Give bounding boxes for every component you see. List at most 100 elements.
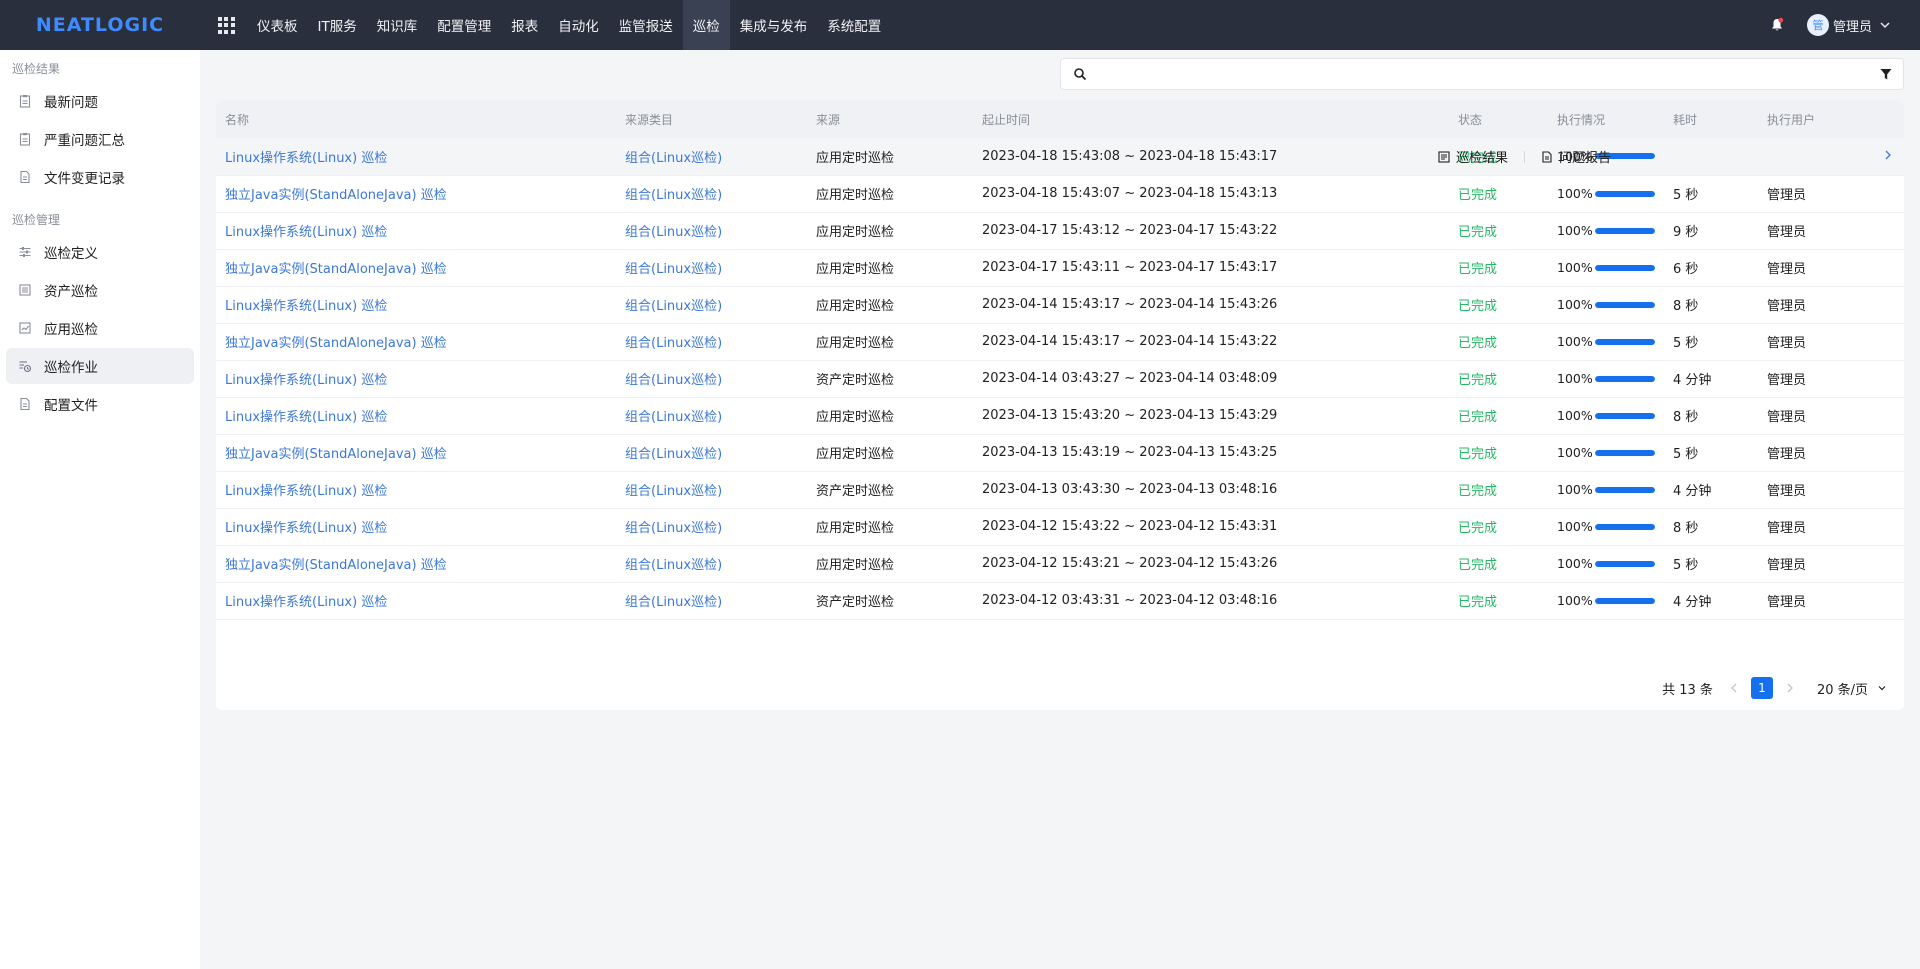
table-row[interactable]: 独立Java实例(StandAloneJava) 巡检 组合(Linux巡检) 应用… [216,249,1904,287]
table-row[interactable]: 独立Java实例(StandAloneJava) 巡检 组合(Linux巡检) 应用… [216,545,1904,583]
sidebar-group-title: 巡检结果 [12,62,61,76]
source-category-link[interactable]: 组合(Linux巡检) [625,447,722,462]
document-icon [1542,150,1552,163]
source-category-link[interactable]: 组合(Linux巡检) [625,521,722,536]
job-name-link[interactable]: 独立Java实例(StandAloneJava) 巡检 [225,336,447,351]
chevron-down-icon [1878,686,1886,691]
source-category-link[interactable]: 组合(Linux巡检) [625,262,722,277]
page-number-1[interactable]: 1 [1750,677,1773,699]
issue-report-button[interactable]: 问题报告 [1541,147,1611,166]
nav-item-3[interactable]: 配置管理 [427,0,501,50]
source-category-link[interactable]: 组合(Linux巡检) [625,151,722,166]
job-name-link[interactable]: Linux操作系统(Linux) 巡检 [225,299,387,314]
source-cell: 应用定时巡检 [807,323,973,361]
time-range-cell: 2023-04-14 03:43:27 ~ 2023-04-14 03:48:0… [973,360,1449,398]
prev-page-icon[interactable] [1727,681,1741,695]
app-check-icon [18,321,32,335]
job-name-link[interactable]: 独立Java实例(StandAloneJava) 巡检 [225,262,447,277]
time-range-cell: 2023-04-18 15:43:07 ~ 2023-04-18 15:43:1… [973,175,1449,213]
nav-item-9[interactable]: 系统配置 [817,0,891,50]
source-category-link[interactable]: 组合(Linux巡检) [625,410,722,425]
progress-bar [1595,338,1655,345]
job-name-link[interactable]: Linux操作系统(Linux) 巡检 [225,151,387,166]
table-row[interactable]: Linux操作系统(Linux) 巡检 组合(Linux巡检) 应用定时巡检 2023… [216,138,1904,176]
inspection-result-button[interactable]: 巡检结果 [1438,147,1508,166]
table-row[interactable]: Linux操作系统(Linux) 巡检 组合(Linux巡检) 应用定时巡检 2023… [216,212,1904,250]
logo[interactable]: NEATLOGIC [0,0,200,50]
sidebar-item-1-1[interactable]: 资产巡检 [6,272,194,308]
sidebar-item-1-0[interactable]: 巡检定义 [6,234,194,270]
source-category-link[interactable]: 组合(Linux巡检) [625,188,722,203]
chevron-down-icon[interactable] [1878,18,1892,32]
job-name-link[interactable]: 独立Java实例(StandAloneJava) 巡检 [225,447,447,462]
status-badge: 已完成 [1458,299,1498,314]
nav-item-6[interactable]: 监管报送 [609,0,683,50]
source-category-link[interactable]: 组合(Linux巡检) [625,336,722,351]
source-category-link[interactable]: 组合(Linux巡检) [625,595,722,610]
sidebar-item-0-0[interactable]: 最新问题 [6,83,194,119]
execution-progress: 100% [1557,260,1664,275]
notification-bell-icon[interactable] [1767,15,1787,35]
duration-cell: 4 分钟 [1664,471,1758,509]
nav-item-5[interactable]: 自动化 [548,0,609,50]
job-name-link[interactable]: 独立Java实例(StandAloneJava) 巡检 [225,558,447,573]
sidebar-item-1-3[interactable]: 巡检作业 [6,348,194,384]
job-name-link[interactable]: 独立Java实例(StandAloneJava) 巡检 [225,188,447,203]
filter-icon[interactable] [1879,67,1893,81]
source-category-link[interactable]: 组合(Linux巡检) [625,373,722,388]
search-input[interactable] [1097,63,1857,85]
table-row[interactable]: Linux操作系统(Linux) 巡检 组合(Linux巡检) 应用定时巡检 2023… [216,508,1904,546]
apps-grid-icon[interactable] [215,14,237,36]
source-cell: 应用定时巡检 [807,138,973,176]
table-row[interactable]: 独立Java实例(StandAloneJava) 巡检 组合(Linux巡检) 应用… [216,434,1904,472]
page-size-select[interactable]: 20 条/页 [1817,679,1888,698]
job-name-link[interactable]: Linux操作系统(Linux) 巡检 [225,484,387,499]
source-category-link[interactable]: 组合(Linux巡检) [625,225,722,240]
source-category-link[interactable]: 组合(Linux巡检) [625,558,722,573]
status-badge: 已完成 [1458,447,1498,462]
time-range-cell: 2023-04-14 15:43:17 ~ 2023-04-14 15:43:2… [973,323,1449,361]
sidebar-item-1-4[interactable]: 配置文件 [6,386,194,422]
job-name-link[interactable]: Linux操作系统(Linux) 巡检 [225,225,387,240]
progress-percent: 100% [1557,445,1593,460]
source-cell: 应用定时巡检 [807,508,973,546]
progress-percent: 100% [1557,334,1593,349]
sidebar-item-1-2[interactable]: 应用巡检 [6,310,194,346]
time-range-cell: 2023-04-13 03:43:30 ~ 2023-04-13 03:48:1… [973,471,1449,509]
progress-bar [1595,227,1655,234]
column-header: 执行用户 [1758,100,1904,138]
chevron-right-icon[interactable] [1882,148,1894,162]
nav-item-4[interactable]: 报表 [501,0,548,50]
table-row[interactable]: Linux操作系统(Linux) 巡检 组合(Linux巡检) 应用定时巡检 2023… [216,397,1904,435]
table-row[interactable]: Linux操作系统(Linux) 巡检 组合(Linux巡检) 资产定时巡检 2023… [216,582,1904,620]
time-range-cell: 2023-04-12 03:43:31 ~ 2023-04-12 03:48:1… [973,582,1449,620]
duration-cell: 6 秒 [1664,249,1758,287]
sidebar-item-0-1[interactable]: 严重问题汇总 [6,121,194,157]
table-row[interactable]: 独立Java实例(StandAloneJava) 巡检 组合(Linux巡检) 应用… [216,175,1904,213]
table-row[interactable]: Linux操作系统(Linux) 巡检 组合(Linux巡检) 资产定时巡检 2023… [216,471,1904,509]
nav-item-7[interactable]: 巡检 [682,0,730,50]
duration-cell: 8 秒 [1664,286,1758,324]
search-icon [1074,68,1087,81]
nav-item-0[interactable]: 仪表板 [247,0,308,50]
user-name[interactable]: 管理员 [1833,16,1872,35]
source-category-link[interactable]: 组合(Linux巡检) [625,484,722,499]
job-name-link[interactable]: Linux操作系统(Linux) 巡检 [225,521,387,536]
sidebar-item-0-2[interactable]: 文件变更记录 [6,159,194,195]
table-row[interactable]: 独立Java实例(StandAloneJava) 巡检 组合(Linux巡检) 应用… [216,323,1904,361]
job-name-link[interactable]: Linux操作系统(Linux) 巡检 [225,373,387,388]
source-cell: 应用定时巡检 [807,397,973,435]
file-icon [18,397,32,411]
source-category-link[interactable]: 组合(Linux巡检) [625,299,722,314]
table-row[interactable]: Linux操作系统(Linux) 巡检 组合(Linux巡检) 应用定时巡检 2023… [216,286,1904,324]
duration-cell: 8 秒 [1664,397,1758,435]
nav-item-8[interactable]: 集成与发布 [730,0,818,50]
avatar[interactable]: 管 [1806,14,1829,36]
next-page-icon[interactable] [1783,681,1797,695]
nav-item-1[interactable]: IT服务 [308,0,367,50]
duration-cell: 4 分钟 [1664,582,1758,620]
table-row[interactable]: Linux操作系统(Linux) 巡检 组合(Linux巡检) 资产定时巡检 2023… [216,360,1904,398]
job-name-link[interactable]: Linux操作系统(Linux) 巡检 [225,595,387,610]
job-name-link[interactable]: Linux操作系统(Linux) 巡检 [225,410,387,425]
nav-item-2[interactable]: 知识库 [367,0,428,50]
